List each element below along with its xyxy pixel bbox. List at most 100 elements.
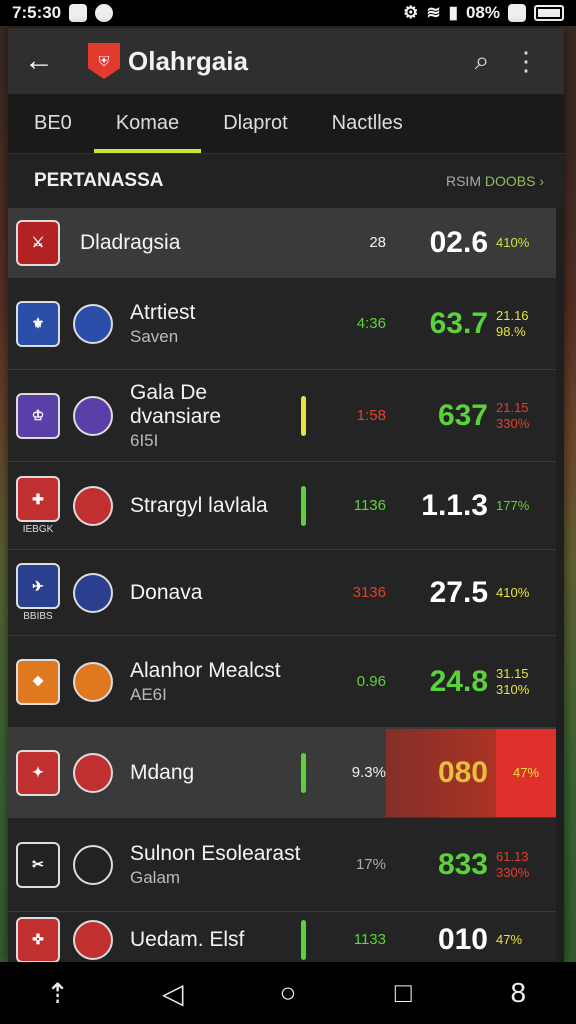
- team-name: Sulnon Esolearast: [130, 841, 301, 865]
- team-score: 24.8: [429, 664, 488, 698]
- nav-recents-icon[interactable]: □: [385, 975, 421, 1011]
- percent-box: 61.13 330%: [496, 849, 556, 880]
- notification-icon: [69, 4, 88, 22]
- team-crest-icon: [73, 844, 113, 885]
- percent-primary: 21.16: [496, 307, 529, 323]
- app-logo-icon: ⛨: [88, 43, 120, 79]
- table-row[interactable]: ✂ Sulnon Esolearast Galam 17% 833 61.13 330%: [8, 818, 556, 912]
- more-vert-icon[interactable]: ⋮: [504, 46, 548, 77]
- percent-primary: 410%: [496, 234, 530, 250]
- stat-value: 1133: [353, 931, 386, 948]
- percent-box: 47%: [496, 932, 556, 948]
- table-row[interactable]: ✈ BBIBS Donava 3136 27.5 410%: [8, 550, 556, 636]
- assistant-icon[interactable]: ⇡: [40, 975, 76, 1011]
- percent-box: 410%: [496, 585, 556, 601]
- form-marker: [301, 845, 306, 885]
- stat-value: 28: [369, 234, 386, 251]
- team-crest-icon: [73, 572, 113, 613]
- rank-crest: ✚ IEBGK: [8, 476, 68, 535]
- team-subtitle: AE6I: [130, 684, 167, 704]
- league-crest-icon: ✚: [16, 476, 60, 522]
- settings-icon: ⚙: [403, 3, 419, 22]
- sim-icon: [508, 4, 526, 22]
- rank-crest: ⚔: [8, 219, 68, 266]
- percent-box: 47%: [496, 728, 556, 817]
- search-icon[interactable]: ⌕: [460, 45, 504, 77]
- percent-box: 410%: [496, 235, 556, 251]
- league-crest-icon: ⚜: [16, 300, 60, 347]
- stat-value: 0.96: [356, 673, 386, 690]
- stat-value: 3136: [352, 584, 386, 601]
- rank-crest: ✂: [8, 841, 68, 888]
- team-crest-icon: [73, 752, 113, 793]
- tab-3[interactable]: Nactlles: [310, 112, 425, 153]
- table-row[interactable]: ⚔ Dladragsia 28 02.6 410%: [8, 208, 556, 278]
- team-crest-icon: [73, 919, 113, 960]
- team-subtitle: Galam: [130, 867, 181, 887]
- league-crest-icon: ✂: [16, 841, 60, 888]
- team-name: Strargyl lavlala: [130, 493, 268, 517]
- tab-0[interactable]: BE0: [8, 112, 94, 153]
- percent-secondary: 310%: [496, 681, 530, 697]
- percent-box: 177%: [496, 498, 556, 514]
- stat-value: 1:58: [356, 407, 386, 424]
- rank-crest: ✦: [8, 749, 68, 796]
- crest-label: BBIBS: [23, 611, 53, 622]
- percent-box: 31.15 310%: [496, 666, 556, 697]
- team-info: Sulnon Esolearast Galam: [118, 842, 301, 888]
- percent-primary: 47%: [496, 931, 523, 947]
- team-name: Donava: [130, 580, 203, 604]
- nav-back-icon[interactable]: ◁: [155, 975, 191, 1011]
- crest-label: IEBGK: [22, 524, 54, 535]
- form-marker: [301, 573, 306, 613]
- league-crest-icon: ♔: [16, 392, 60, 439]
- nav-home-icon[interactable]: ○: [270, 975, 306, 1011]
- table-row[interactable]: ⚜ Atrtiest Saven 4:36 63.7 21.16 98.%: [8, 278, 556, 370]
- percent-primary: 177%: [496, 497, 530, 513]
- tab-1[interactable]: Komae: [93, 112, 202, 153]
- nav-menu-icon[interactable]: 8: [500, 975, 536, 1011]
- team-info: Gala De dvansiare 6I5I: [118, 381, 301, 451]
- percent-box: 21.16 98.%: [496, 308, 556, 339]
- percent-primary: 21.15: [496, 399, 529, 415]
- league-crest-icon: ✜: [16, 916, 60, 963]
- team-info: Donava: [118, 581, 301, 605]
- section-link[interactable]: RSIM DOOBS ›: [446, 173, 544, 189]
- stat-value: 9.3%: [351, 764, 386, 781]
- signal-icon: ▮: [448, 3, 458, 22]
- app-bar: ← ⛨ Olahrgaia ⌕ ⋮: [8, 28, 564, 94]
- form-marker: [301, 485, 306, 526]
- league-crest-icon: ✈: [16, 563, 60, 609]
- team-score: 63.7: [429, 306, 488, 340]
- section-link-prefix: RSIM: [445, 173, 481, 189]
- team-info: Uedam. Elsf: [118, 928, 301, 952]
- table-row[interactable]: ✜ Uedam. Elsf 1133 010 47%: [8, 912, 556, 968]
- form-marker: [301, 752, 306, 793]
- rank-crest: ✜: [8, 916, 68, 963]
- percent-primary: 47%: [512, 764, 540, 780]
- stat-value: 4:36: [356, 315, 386, 332]
- battery-icon: [534, 5, 564, 21]
- status-time: 7:5:30: [12, 3, 62, 22]
- team-name: Gala De dvansiare: [130, 380, 222, 428]
- form-marker: [301, 395, 306, 436]
- team-subtitle: Saven: [130, 326, 179, 346]
- team-score: 833: [437, 847, 488, 881]
- table-row[interactable]: ♔ Gala De dvansiare 6I5I 1:58 637 21.15 330%: [8, 370, 556, 462]
- tab-2[interactable]: Dlaprot: [201, 112, 309, 153]
- team-name: Mdang: [130, 760, 195, 784]
- stat-value: 17%: [355, 856, 386, 873]
- table-row[interactable]: ✦ Mdang 9.3% 080 47%: [8, 728, 556, 818]
- percent-secondary: 98.%: [496, 323, 526, 339]
- team-info: Dladragsia: [68, 231, 301, 255]
- rank-crest: ♔: [8, 392, 68, 439]
- team-name: Uedam. Elsf: [130, 927, 245, 951]
- team-info: Strargyl lavlala: [118, 494, 301, 518]
- team-name: Atrtiest: [130, 300, 196, 324]
- table-row[interactable]: ✚ IEBGK Strargyl lavlala 1136 1.1.3 177%: [8, 462, 556, 550]
- team-name: Dladragsia: [80, 230, 181, 254]
- battery-percent: 08%: [465, 3, 500, 22]
- back-arrow-icon[interactable]: ←: [24, 44, 64, 78]
- table-row[interactable]: ❖ Alanhor Mealcst AE6I 0.96 24.8 31.15 310%: [8, 636, 556, 728]
- team-subtitle: 6I5I: [130, 430, 159, 450]
